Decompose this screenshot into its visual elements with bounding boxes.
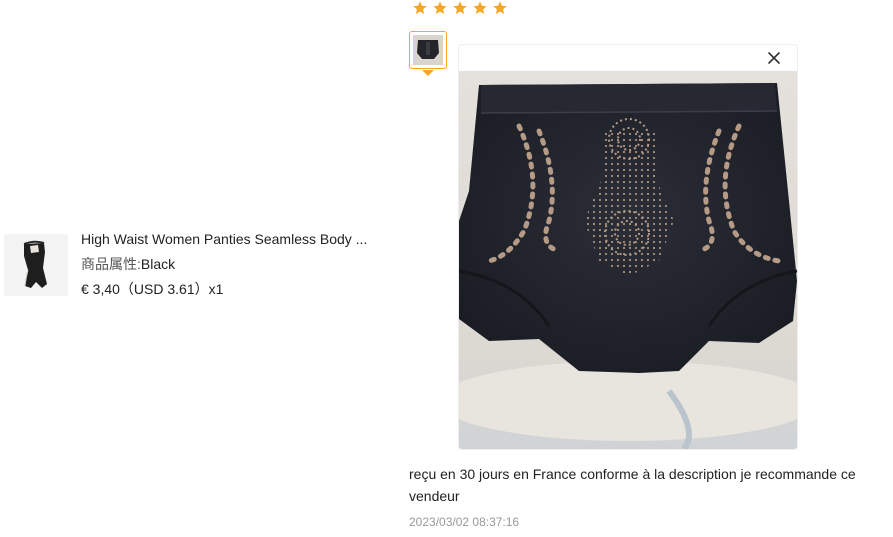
star-rating [412,0,508,16]
attribute-value: Black [140,256,176,272]
star-icon [453,1,467,15]
star-icon [433,1,447,15]
review-photo [459,71,797,449]
product-image [4,234,68,296]
review-date: 2023/03/02 08:37:16 [409,515,520,529]
product-thumbnail[interactable] [4,234,68,296]
thumbnail-caret-icon [422,70,434,76]
star-icon [413,1,427,15]
close-icon[interactable] [765,49,783,67]
review-photo-thumbnail-image [413,35,443,65]
star-icon [473,1,487,15]
product-price: € 3,40（USD 3.61）x1 [81,281,224,297]
product-summary: High Waist Women Panties Seamless Body .… [4,231,381,302]
product-title[interactable]: High Waist Women Panties Seamless Body .… [81,227,381,252]
attribute-label: 商品属性: [81,256,141,272]
product-attribute: 商品属性:Black [81,252,381,277]
review-text: reçu en 30 jours en France conforme à la… [409,466,856,504]
photo-viewer [458,44,798,450]
review-photo-thumbnail[interactable] [409,31,447,69]
star-icon [493,1,507,15]
